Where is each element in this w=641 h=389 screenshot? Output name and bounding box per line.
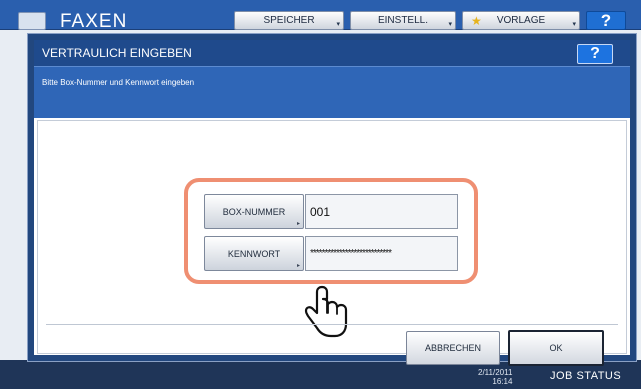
ok-button[interactable]: OK [508, 330, 604, 366]
password-label: KENNWORT [227, 248, 281, 259]
dropdown-arrow-icon: ▾ [336, 21, 340, 28]
cancel-button[interactable]: ABBRECHEN [406, 331, 500, 365]
message-bar [34, 66, 630, 118]
confidential-dialog: VERTRAULICH EINGEBEN ? Bitte Box-Nummer … [28, 34, 636, 366]
fax-icon [18, 12, 46, 30]
hand-pointer-icon [304, 285, 348, 338]
speicher-button[interactable]: SPEICHER ▾ [234, 11, 344, 30]
box-number-label: BOX-NUMMER [222, 206, 286, 217]
corner-arrow-icon: ▸ [296, 221, 300, 227]
status-time: 16:14 [492, 377, 513, 386]
vorlage-label: VORLAGE [496, 15, 546, 26]
job-status-button[interactable]: JOB STATUS [550, 370, 621, 382]
status-clock: 2/11/2011 16:14 [478, 368, 512, 386]
password-field[interactable]: **************************** [305, 236, 458, 271]
box-number-field[interactable]: 001 [305, 194, 458, 229]
box-number-button[interactable]: BOX-NUMMER ▸ [204, 194, 304, 229]
instruction-text: Bitte Box-Nummer und Kennwort eingeben [42, 78, 195, 87]
vorlage-button[interactable]: ★ VORLAGE ▾ [462, 11, 580, 30]
einstell-label: EINSTELL. [377, 15, 429, 26]
dropdown-arrow-icon: ▾ [572, 21, 576, 28]
corner-arrow-icon: ▸ [296, 263, 300, 269]
password-button[interactable]: KENNWORT ▸ [204, 236, 304, 271]
password-value: **************************** [310, 248, 392, 259]
dialog-help-button[interactable]: ? [577, 44, 613, 64]
status-date: 2/11/2011 [478, 368, 513, 377]
dialog-divider [46, 324, 618, 325]
star-icon: ★ [471, 14, 482, 28]
box-number-value: 001 [310, 204, 331, 219]
dropdown-arrow-icon: ▾ [448, 21, 452, 28]
einstell-button[interactable]: EINSTELL. ▾ [350, 11, 456, 30]
app-help-button[interactable]: ? [586, 11, 626, 30]
dialog-title: VERTRAULICH EINGEBEN [42, 46, 192, 60]
speicher-label: SPEICHER [263, 15, 315, 26]
